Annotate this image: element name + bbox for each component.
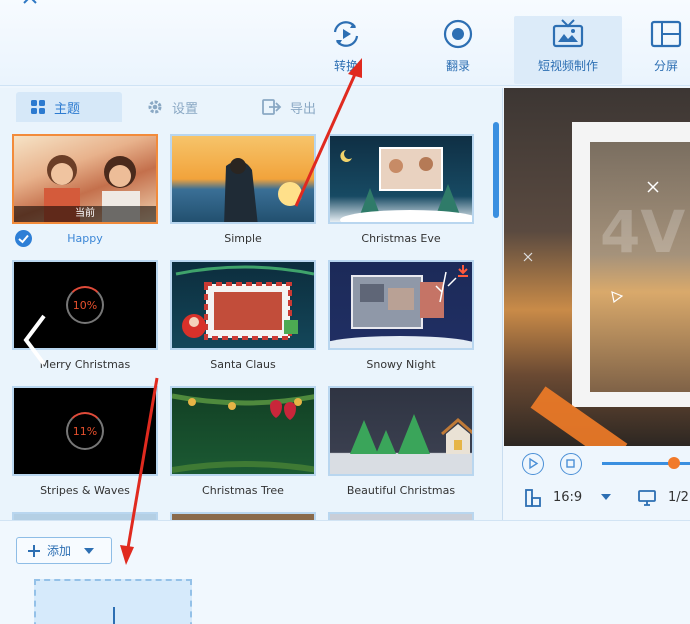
theme-thumbnail	[170, 512, 316, 520]
snowy-night-scene-image	[330, 271, 472, 348]
tv-icon	[552, 19, 584, 48]
theme-card-beautiful-christmas[interactable]: Beautiful Christmas	[328, 386, 474, 498]
santa-claus-scene-image	[175, 265, 314, 340]
play-icon	[529, 457, 539, 470]
toolbar-split-screen-button[interactable]: 分屏	[636, 18, 690, 82]
theme-name: Beautiful Christmas	[346, 484, 456, 497]
toolbar-convert-label: 转换	[333, 59, 358, 73]
corner-arrow-icon	[23, 0, 37, 4]
chevron-down-icon[interactable]	[600, 492, 612, 502]
theme-thumbnail: 当前	[12, 134, 158, 224]
theme-card-partial[interactable]	[170, 512, 316, 520]
download-icon[interactable]	[456, 264, 470, 278]
theme-card-santa-claus[interactable]: Santa Claus	[170, 260, 316, 372]
theme-card-christmas-tree[interactable]: Christmas Tree	[170, 386, 316, 498]
theme-name: Christmas Tree	[202, 484, 284, 497]
theme-name: Happy	[67, 232, 103, 245]
theme-card-christmas-eve[interactable]: Christmas Eve	[328, 134, 474, 246]
aspect-ratio-icon	[525, 489, 541, 507]
theme-name: Snowy Night	[366, 358, 436, 371]
theme-name: Simple	[224, 232, 262, 245]
monitor-icon	[638, 490, 656, 506]
tab-settings-label: 设置	[172, 101, 199, 117]
current-theme-label: 当前	[14, 206, 156, 222]
play-button[interactable]	[522, 453, 544, 475]
theme-panel: 主题 设置 导出 当前 Happy Simple Christmas Eve 1…	[0, 88, 503, 520]
tab-settings[interactable]: 设置	[132, 92, 238, 122]
tab-theme-label: 主题	[54, 101, 81, 117]
theme-card-snowy-night[interactable]: Snowy Night	[328, 260, 474, 372]
theme-card-stripes-waves[interactable]: 11% Stripes & Waves	[12, 386, 158, 498]
tab-export-label: 导出	[290, 101, 317, 117]
theme-thumbnail	[170, 386, 316, 476]
theme-thumbnail	[328, 134, 474, 224]
selected-check-icon	[15, 230, 32, 247]
theme-grid-icon	[31, 100, 45, 114]
stop-icon	[566, 459, 575, 468]
theme-thumbnail	[12, 512, 158, 520]
theme-thumbnail	[328, 260, 474, 350]
toolbar-record-button[interactable]: 翻录	[410, 18, 506, 82]
add-media-button[interactable]: 添加	[16, 537, 112, 564]
theme-card-happy[interactable]: 当前 Happy	[12, 134, 158, 246]
plus-icon	[96, 607, 132, 624]
page-indicator: 1/2	[668, 490, 689, 505]
chevron-down-icon	[84, 547, 95, 554]
theme-thumbnail	[328, 386, 474, 476]
record-icon	[443, 19, 473, 49]
theme-list-scrollbar[interactable]	[493, 122, 499, 218]
tab-theme[interactable]: 主题	[16, 92, 122, 122]
theme-thumbnail	[328, 512, 474, 520]
theme-grid: 当前 Happy Simple Christmas Eve 10% Merry …	[12, 134, 482, 520]
preview-controls: 16:9 1/2	[504, 446, 690, 520]
add-media-label: 添加	[47, 544, 72, 558]
gear-icon	[148, 100, 162, 114]
top-toolbar: 转换 翻录 短视频制作 分屏	[0, 0, 690, 86]
toolbar-short-video-label: 短视频制作	[537, 59, 598, 73]
theme-thumbnail	[170, 134, 316, 224]
convert-icon	[333, 21, 359, 47]
sunset-photographer-image	[224, 158, 302, 222]
theme-card-partial[interactable]	[328, 512, 474, 520]
video-preview: 4V	[504, 88, 690, 446]
toolbar-record-label: 翻录	[445, 59, 470, 73]
media-drop-zone[interactable]	[34, 579, 192, 624]
beautiful-christmas-scene-image	[350, 414, 472, 454]
theme-thumbnail: 11%	[12, 386, 158, 476]
chevron-left-icon[interactable]	[20, 310, 50, 370]
christmas-eve-scene-image	[340, 147, 472, 222]
split-screen-icon	[650, 20, 682, 48]
toolbar-split-screen-label: 分屏	[653, 59, 678, 73]
theme-card-simple[interactable]: Simple	[170, 134, 316, 246]
christmas-tree-scene-image	[172, 393, 314, 473]
plus-icon	[28, 544, 40, 557]
tab-export[interactable]: 导出	[248, 92, 354, 122]
theme-name: Santa Claus	[210, 358, 276, 371]
export-icon	[262, 99, 282, 115]
theme-name: Christmas Eve	[361, 232, 441, 245]
playback-progress-knob[interactable]	[668, 457, 680, 469]
download-progress: 11%	[66, 412, 104, 450]
toolbar-convert-button[interactable]: 转换	[298, 18, 394, 82]
toolbar-short-video-button[interactable]: 短视频制作	[514, 16, 622, 84]
theme-name: Stripes & Waves	[40, 484, 130, 497]
sparkle-decoration-icon	[523, 181, 659, 304]
media-bin: 添加	[0, 520, 690, 624]
theme-thumbnail	[170, 260, 316, 350]
aspect-ratio-value[interactable]: 16:9	[553, 490, 582, 505]
download-progress: 10%	[66, 286, 104, 324]
stop-button[interactable]	[560, 453, 582, 475]
theme-card-partial[interactable]	[12, 512, 158, 520]
